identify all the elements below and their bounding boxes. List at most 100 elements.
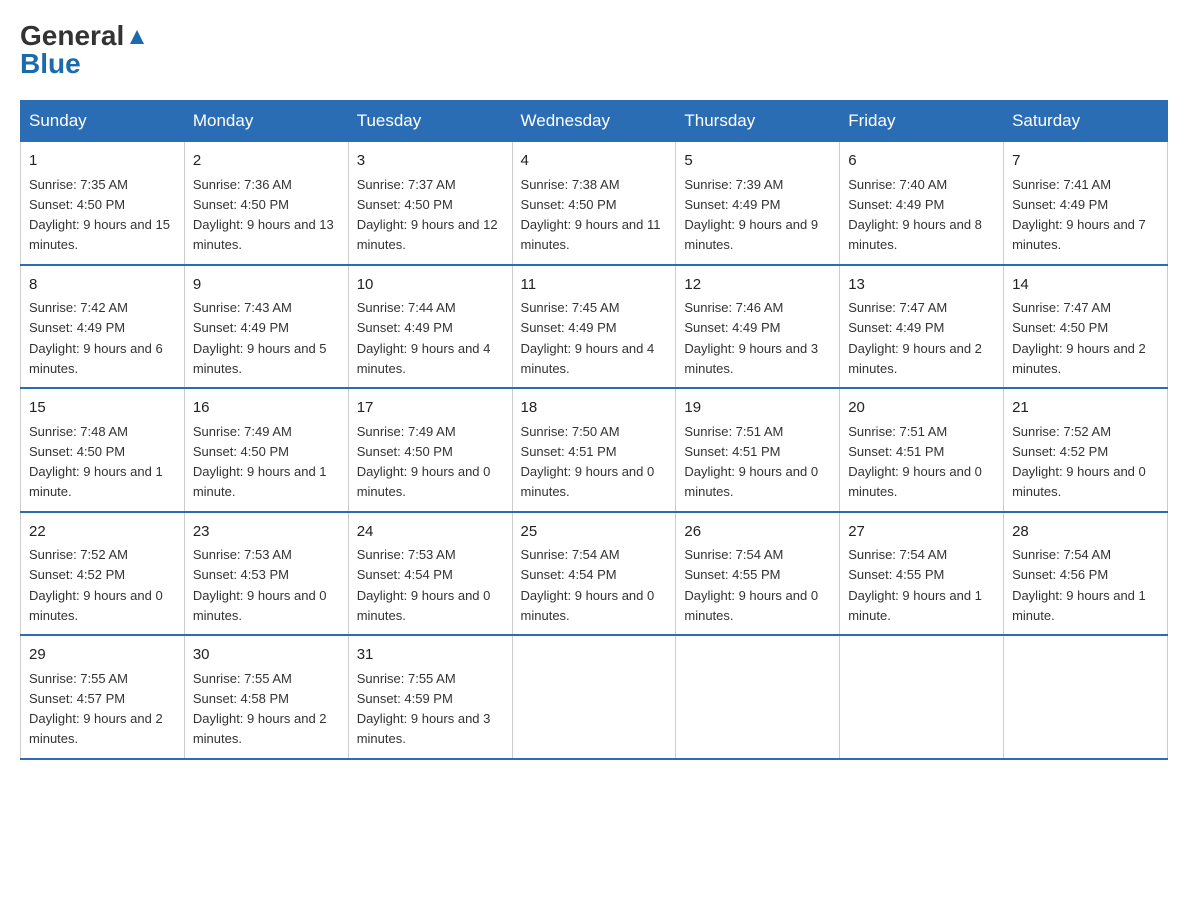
calendar-cell: 22 Sunrise: 7:52 AMSunset: 4:52 PMDayligh… — [21, 512, 185, 636]
day-number: 29 — [29, 644, 176, 667]
calendar-cell: 12 Sunrise: 7:46 AMSunset: 4:49 PMDayligh… — [676, 265, 840, 389]
day-number: 23 — [193, 521, 340, 544]
day-number: 11 — [521, 274, 668, 297]
day-number: 26 — [684, 521, 831, 544]
day-info: Sunrise: 7:54 AMSunset: 4:54 PMDaylight:… — [521, 547, 655, 623]
calendar-header-tuesday: Tuesday — [348, 101, 512, 142]
calendar-header-thursday: Thursday — [676, 101, 840, 142]
calendar-cell: 30 Sunrise: 7:55 AMSunset: 4:58 PMDayligh… — [184, 635, 348, 759]
calendar-cell — [1004, 635, 1168, 759]
day-number: 31 — [357, 644, 504, 667]
day-info: Sunrise: 7:40 AMSunset: 4:49 PMDaylight:… — [848, 177, 982, 253]
calendar-cell: 17 Sunrise: 7:49 AMSunset: 4:50 PMDayligh… — [348, 388, 512, 512]
calendar-header-saturday: Saturday — [1004, 101, 1168, 142]
day-number: 4 — [521, 150, 668, 173]
day-number: 13 — [848, 274, 995, 297]
calendar-cell: 5Sunrise: 7:39 AMSunset: 4:49 PMDaylight… — [676, 142, 840, 265]
calendar-header-monday: Monday — [184, 101, 348, 142]
calendar-cell: 16 Sunrise: 7:49 AMSunset: 4:50 PMDayligh… — [184, 388, 348, 512]
calendar-cell: 14Sunrise: 7:47 AMSunset: 4:50 PMDayligh… — [1004, 265, 1168, 389]
calendar-cell: 25 Sunrise: 7:54 AMSunset: 4:54 PMDayligh… — [512, 512, 676, 636]
day-info: Sunrise: 7:54 AMSunset: 4:55 PMDaylight:… — [684, 547, 818, 623]
calendar-cell: 21 Sunrise: 7:52 AMSunset: 4:52 PMDayligh… — [1004, 388, 1168, 512]
day-info: Sunrise: 7:37 AMSunset: 4:50 PMDaylight:… — [357, 177, 498, 253]
calendar-cell: 7 Sunrise: 7:41 AMSunset: 4:49 PMDaylight… — [1004, 142, 1168, 265]
calendar-header-sunday: Sunday — [21, 101, 185, 142]
day-info: Sunrise: 7:53 AMSunset: 4:54 PMDaylight:… — [357, 547, 491, 623]
logo: General Blue — [20, 20, 148, 80]
calendar-cell: 15Sunrise: 7:48 AMSunset: 4:50 PMDayligh… — [21, 388, 185, 512]
calendar-week-row: 15Sunrise: 7:48 AMSunset: 4:50 PMDayligh… — [21, 388, 1168, 512]
day-number: 3 — [357, 150, 504, 173]
day-info: Sunrise: 7:50 AMSunset: 4:51 PMDaylight:… — [521, 424, 655, 500]
day-number: 7 — [1012, 150, 1159, 173]
day-info: Sunrise: 7:36 AMSunset: 4:50 PMDaylight:… — [193, 177, 334, 253]
calendar-cell: 9 Sunrise: 7:43 AMSunset: 4:49 PMDaylight… — [184, 265, 348, 389]
day-info: Sunrise: 7:41 AMSunset: 4:49 PMDaylight:… — [1012, 177, 1146, 253]
day-number: 30 — [193, 644, 340, 667]
calendar-cell: 26 Sunrise: 7:54 AMSunset: 4:55 PMDayligh… — [676, 512, 840, 636]
day-info: Sunrise: 7:44 AMSunset: 4:49 PMDaylight:… — [357, 300, 491, 376]
day-info: Sunrise: 7:49 AMSunset: 4:50 PMDaylight:… — [193, 424, 327, 500]
calendar-header-friday: Friday — [840, 101, 1004, 142]
day-number: 28 — [1012, 521, 1159, 544]
calendar-cell: 29 Sunrise: 7:55 AMSunset: 4:57 PMDayligh… — [21, 635, 185, 759]
day-info: Sunrise: 7:46 AMSunset: 4:49 PMDaylight:… — [684, 300, 818, 376]
day-info: Sunrise: 7:54 AMSunset: 4:56 PMDaylight:… — [1012, 547, 1146, 623]
calendar-cell: 3 Sunrise: 7:37 AMSunset: 4:50 PMDaylight… — [348, 142, 512, 265]
day-info: Sunrise: 7:52 AMSunset: 4:52 PMDaylight:… — [1012, 424, 1146, 500]
logo-triangle-icon — [126, 26, 148, 48]
day-number: 10 — [357, 274, 504, 297]
calendar-cell: 10 Sunrise: 7:44 AMSunset: 4:49 PMDayligh… — [348, 265, 512, 389]
day-number: 24 — [357, 521, 504, 544]
calendar-cell: 23 Sunrise: 7:53 AMSunset: 4:53 PMDayligh… — [184, 512, 348, 636]
day-info: Sunrise: 7:48 AMSunset: 4:50 PMDaylight:… — [29, 424, 163, 500]
day-number: 20 — [848, 397, 995, 420]
day-info: Sunrise: 7:35 AMSunset: 4:50 PMDaylight:… — [29, 177, 170, 253]
day-info: Sunrise: 7:52 AMSunset: 4:52 PMDaylight:… — [29, 547, 163, 623]
calendar-cell: 18Sunrise: 7:50 AMSunset: 4:51 PMDayligh… — [512, 388, 676, 512]
day-info: Sunrise: 7:47 AMSunset: 4:50 PMDaylight:… — [1012, 300, 1146, 376]
calendar-cell — [512, 635, 676, 759]
day-info: Sunrise: 7:55 AMSunset: 4:57 PMDaylight:… — [29, 671, 163, 747]
calendar-cell — [840, 635, 1004, 759]
day-info: Sunrise: 7:47 AMSunset: 4:49 PMDaylight:… — [848, 300, 982, 376]
calendar-cell: 6 Sunrise: 7:40 AMSunset: 4:49 PMDaylight… — [840, 142, 1004, 265]
day-info: Sunrise: 7:55 AMSunset: 4:58 PMDaylight:… — [193, 671, 327, 747]
day-number: 9 — [193, 274, 340, 297]
day-number: 16 — [193, 397, 340, 420]
day-number: 1 — [29, 150, 176, 173]
day-info: Sunrise: 7:42 AMSunset: 4:49 PMDaylight:… — [29, 300, 163, 376]
day-info: Sunrise: 7:53 AMSunset: 4:53 PMDaylight:… — [193, 547, 327, 623]
calendar-cell: 13 Sunrise: 7:47 AMSunset: 4:49 PMDayligh… — [840, 265, 1004, 389]
day-info: Sunrise: 7:39 AMSunset: 4:49 PMDaylight:… — [684, 177, 818, 253]
calendar-table: SundayMondayTuesdayWednesdayThursdayFrid… — [20, 100, 1168, 760]
calendar-cell: 2Sunrise: 7:36 AMSunset: 4:50 PMDaylight… — [184, 142, 348, 265]
day-number: 6 — [848, 150, 995, 173]
day-info: Sunrise: 7:49 AMSunset: 4:50 PMDaylight:… — [357, 424, 491, 500]
day-info: Sunrise: 7:38 AMSunset: 4:50 PMDaylight:… — [521, 177, 661, 253]
calendar-cell: 20Sunrise: 7:51 AMSunset: 4:51 PMDayligh… — [840, 388, 1004, 512]
calendar-body: 1 Sunrise: 7:35 AMSunset: 4:50 PMDaylight… — [21, 142, 1168, 759]
calendar-week-row: 29 Sunrise: 7:55 AMSunset: 4:57 PMDayligh… — [21, 635, 1168, 759]
calendar-cell: 27Sunrise: 7:54 AMSunset: 4:55 PMDayligh… — [840, 512, 1004, 636]
calendar-cell: 8 Sunrise: 7:42 AMSunset: 4:49 PMDaylight… — [21, 265, 185, 389]
day-number: 8 — [29, 274, 176, 297]
calendar-cell: 24 Sunrise: 7:53 AMSunset: 4:54 PMDayligh… — [348, 512, 512, 636]
calendar-cell: 19Sunrise: 7:51 AMSunset: 4:51 PMDayligh… — [676, 388, 840, 512]
day-number: 12 — [684, 274, 831, 297]
day-info: Sunrise: 7:45 AMSunset: 4:49 PMDaylight:… — [521, 300, 655, 376]
day-number: 22 — [29, 521, 176, 544]
calendar-cell: 1 Sunrise: 7:35 AMSunset: 4:50 PMDaylight… — [21, 142, 185, 265]
page-header: General Blue — [20, 20, 1168, 80]
day-info: Sunrise: 7:43 AMSunset: 4:49 PMDaylight:… — [193, 300, 327, 376]
day-number: 21 — [1012, 397, 1159, 420]
day-number: 25 — [521, 521, 668, 544]
day-number: 17 — [357, 397, 504, 420]
calendar-cell: 4 Sunrise: 7:38 AMSunset: 4:50 PMDaylight… — [512, 142, 676, 265]
calendar-week-row: 1 Sunrise: 7:35 AMSunset: 4:50 PMDaylight… — [21, 142, 1168, 265]
day-info: Sunrise: 7:51 AMSunset: 4:51 PMDaylight:… — [684, 424, 818, 500]
calendar-header-wednesday: Wednesday — [512, 101, 676, 142]
calendar-week-row: 8 Sunrise: 7:42 AMSunset: 4:49 PMDaylight… — [21, 265, 1168, 389]
calendar-cell: 11 Sunrise: 7:45 AMSunset: 4:49 PMDayligh… — [512, 265, 676, 389]
